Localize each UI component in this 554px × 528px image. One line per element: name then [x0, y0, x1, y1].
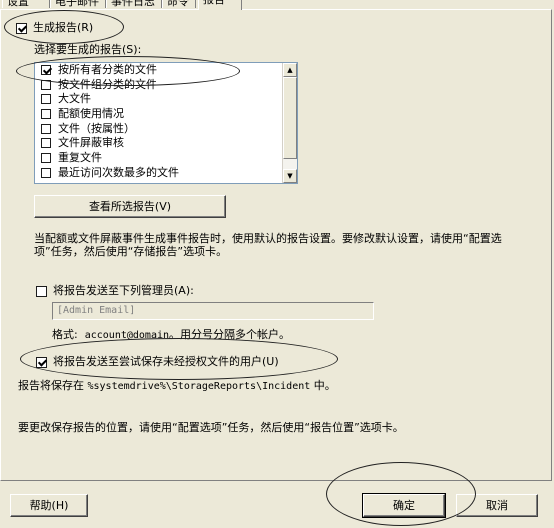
format-hint: 格式: account@domain。用分号分隔多个帐户。 [52, 328, 290, 342]
save-location-suffix: 中。 [313, 379, 336, 392]
format-label: 格式: [52, 328, 78, 341]
tab-report[interactable]: 报告 [198, 0, 242, 10]
report-item-label: 按文件组分类的文件 [58, 77, 157, 91]
report-item-label: 配额使用情况 [58, 107, 124, 121]
tab-email[interactable]: 电子邮件 [50, 0, 106, 8]
report-list-item[interactable]: 按文件组分类的文件 [35, 78, 297, 93]
send-user-label: 将报告发送至尝试保存未经授权文件的用户(U) [53, 355, 279, 368]
report-list-item[interactable]: 大文件 [35, 92, 297, 107]
save-location-path: %systemdrive%\StorageReports\Incident [87, 381, 311, 392]
report-item-check[interactable] [41, 79, 51, 90]
description-line-1: 当配额或文件屏蔽事件生成事件报告时，使用默认的报告设置。要修改默认设置，请使用“… [34, 232, 502, 245]
tab-command[interactable]: 命令 [162, 0, 196, 8]
report-list-item[interactable]: 配额使用情况 [35, 107, 297, 122]
generate-report-check[interactable] [16, 22, 27, 34]
report-list-item[interactable]: 重复文件 [35, 151, 297, 166]
report-item-check[interactable] [41, 167, 51, 178]
generate-report-checkbox[interactable]: 生成报告(R) [16, 21, 93, 35]
format-suffix: 。用分号分隔多个帐户。 [169, 328, 291, 341]
report-list-item[interactable]: 文件屏蔽审核 [35, 136, 297, 151]
description-line-2: 项”任务，然后使用“存储报告”选项卡。 [34, 245, 228, 258]
report-list-item[interactable]: 文件（按属性） [35, 122, 297, 137]
send-user-checkbox[interactable]: 将报告发送至尝试保存未经授权文件的用户(U) [36, 355, 279, 369]
report-list[interactable]: 按所有者分类的文件 按文件组分类的文件 大文件 配额使用情况 文件（按属性） 文件屏蔽审核… [34, 62, 298, 184]
scroll-down-arrow-icon[interactable]: ▼ [283, 169, 297, 183]
save-location-text: 报告将保存在 %systemdrive%\StorageReports\Inci… [18, 379, 336, 393]
report-item-check[interactable] [41, 94, 51, 105]
send-admin-label: 将报告发送至下列管理员(A): [53, 284, 194, 297]
review-selected-reports-button[interactable]: 查看所选报告(V) [34, 195, 226, 218]
tab-settings[interactable]: 设置 [2, 0, 50, 8]
change-location-text: 要更改保存报告的位置，请使用“配置选项”任务，然后使用“报告位置”选项卡。 [18, 421, 404, 434]
report-settings-description: 当配额或文件屏蔽事件生成事件报告时，使用默认的报告设置。要修改默认设置，请使用“… [34, 232, 534, 258]
report-item-label: 重复文件 [58, 151, 102, 165]
report-item-check[interactable] [41, 123, 51, 134]
report-item-label: 最近访问次数最多的文件 [58, 165, 179, 179]
report-item-check[interactable] [41, 65, 51, 75]
report-list-item[interactable]: 按所有者分类的文件 [35, 63, 297, 78]
tab-event-log[interactable]: 事件日志 [106, 0, 162, 8]
send-admin-checkbox[interactable]: 将报告发送至下列管理员(A): [36, 284, 194, 298]
report-item-check[interactable] [41, 138, 51, 149]
send-admin-check[interactable] [36, 285, 47, 297]
report-list-scrollbar[interactable]: ▲ ▼ [282, 63, 297, 183]
save-location-prefix: 报告将保存在 [18, 379, 84, 392]
ok-button[interactable]: 确定 [362, 493, 446, 518]
report-item-check[interactable] [41, 153, 51, 164]
report-item-check[interactable] [41, 109, 51, 120]
report-item-label: 按所有者分类的文件 [58, 63, 157, 76]
report-item-label: 文件屏蔽审核 [58, 136, 124, 150]
select-reports-label: 选择要生成的报告(S): [34, 43, 142, 56]
scroll-thumb[interactable] [283, 77, 297, 159]
report-item-label: 大文件 [58, 92, 91, 106]
admin-email-input[interactable]: [Admin Email] [52, 302, 374, 320]
scroll-up-arrow-icon[interactable]: ▲ [283, 63, 297, 77]
send-user-check[interactable] [36, 356, 47, 368]
report-list-item[interactable]: 最近访问次数最多的文件 [35, 166, 297, 181]
generate-report-label: 生成报告(R) [33, 21, 94, 34]
cancel-button[interactable]: 取消 [456, 494, 538, 517]
help-button[interactable]: 帮助(H) [10, 494, 88, 517]
format-example: account@domain [84, 330, 170, 341]
report-item-label: 文件（按属性） [58, 121, 135, 135]
